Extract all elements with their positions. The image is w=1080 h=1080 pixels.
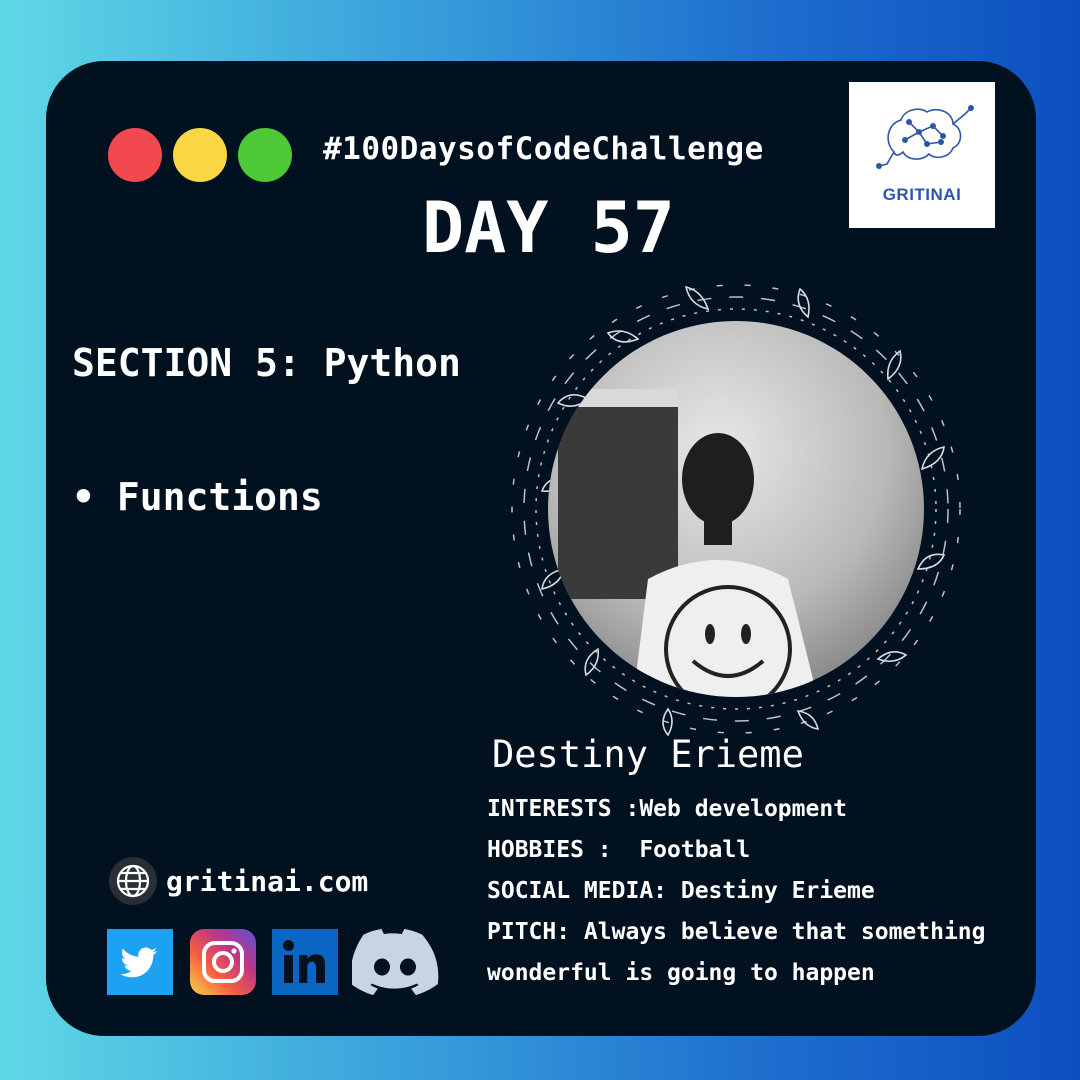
globe-icon bbox=[109, 857, 157, 905]
instagram-icon[interactable] bbox=[190, 929, 256, 995]
twitter-icon[interactable] bbox=[107, 929, 173, 995]
discord-icon[interactable] bbox=[352, 929, 442, 995]
leaf-wreath-photo bbox=[511, 284, 961, 737]
profile-portrait bbox=[498, 279, 978, 739]
yellow-dot-icon bbox=[173, 128, 227, 182]
bullet: • bbox=[72, 475, 95, 519]
pitch-row: PITCH: Always believe that something won… bbox=[487, 919, 1000, 986]
gritinai-logo: GRITINAI bbox=[849, 82, 995, 228]
social-media-row: SOCIAL MEDIA: Destiny Erieme bbox=[487, 878, 875, 904]
website-link[interactable]: gritinai.com bbox=[108, 856, 368, 906]
topic-item: • Functions bbox=[72, 475, 323, 519]
interests-row: INTERESTS :Web development bbox=[487, 796, 848, 822]
website-url[interactable]: gritinai.com bbox=[166, 865, 368, 898]
day-title: DAY 57 bbox=[422, 187, 675, 269]
logo-text: GRITINAI bbox=[882, 185, 962, 204]
green-dot-icon bbox=[238, 128, 292, 182]
linkedin-icon[interactable] bbox=[272, 929, 338, 995]
post-card: #100DaysofCodeChallenge DAY 57 GRITINAI … bbox=[46, 61, 1036, 1036]
topic-label: Functions bbox=[116, 475, 323, 519]
red-dot-icon bbox=[108, 128, 162, 182]
brain-circuit-icon bbox=[876, 105, 974, 169]
hobbies-row: HOBBIES : Football bbox=[487, 837, 751, 863]
section-heading: SECTION 5: Python bbox=[72, 341, 461, 385]
profile-details: INTERESTS :Web development HOBBIES : Foo… bbox=[487, 789, 1027, 994]
challenge-hashtag: #100DaysofCodeChallenge bbox=[323, 131, 764, 167]
profile-name: Destiny Erieme bbox=[492, 733, 804, 776]
